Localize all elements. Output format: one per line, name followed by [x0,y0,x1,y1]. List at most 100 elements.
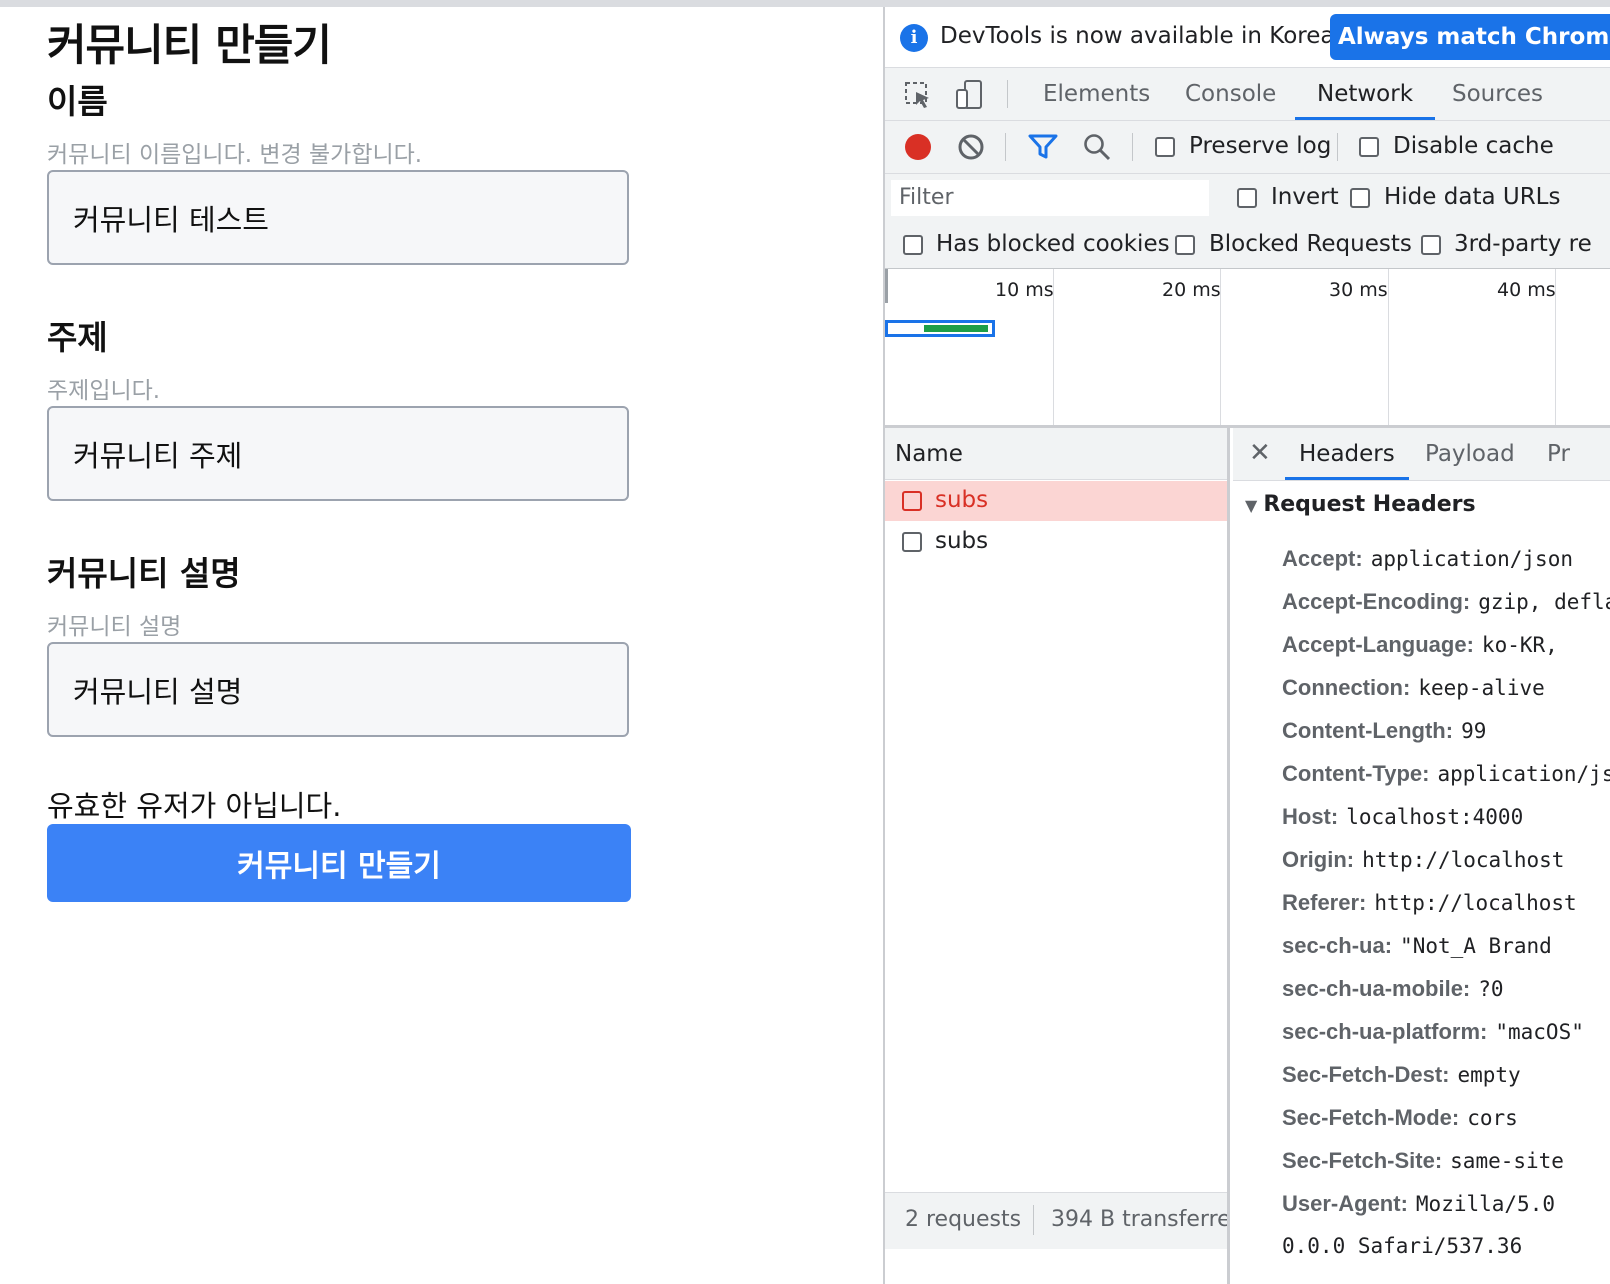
request-headers-section[interactable]: ▼ Request Headers [1245,492,1476,517]
devtools-tab-bar: Elements Console Network Sources [885,68,1610,121]
third-party-checkbox[interactable] [1421,235,1441,255]
tab-headers[interactable]: Headers [1285,428,1409,480]
tab-network[interactable]: Network [1295,68,1436,120]
header-value: empty [1457,1063,1521,1087]
header-key: Host: [1282,804,1339,829]
divider [1132,133,1133,161]
header-row: 0.0.0 Safari/537.36 [1282,1234,1522,1258]
transferred-size: 394 B transferred [1051,1207,1227,1232]
header-key: sec-ch-ua-platform: [1282,1019,1488,1044]
error-message: 유효한 유저가 아닙니다. [47,789,342,823]
header-value-continued: 0.0.0 Safari/537.36 [1282,1234,1523,1258]
tab-payload[interactable]: Payload [1425,428,1515,480]
header-key: User-Agent: [1282,1191,1408,1216]
description-help-text: 커뮤니티 설명 [47,614,182,640]
topic-input[interactable]: 커뮤니티 주제 [47,406,629,501]
language-notice-bar: i DevTools is now available in Korean! A… [885,7,1610,68]
has-blocked-cookies-label: Has blocked cookies [936,231,1170,257]
request-count: 2 requests [905,1207,1022,1232]
search-icon[interactable] [1082,132,1112,162]
header-value: ko-KR, [1481,633,1558,657]
clear-icon[interactable] [957,133,985,161]
divider [1007,80,1008,108]
header-key: Sec-Fetch-Mode: [1282,1105,1460,1130]
header-row: Sec-Fetch-Mode: cors [1282,1105,1518,1131]
header-key: Accept-Encoding: [1282,589,1471,614]
header-value: "macOS" [1495,1020,1584,1044]
header-value: 99 [1461,719,1487,743]
header-key: Sec-Fetch-Dest: [1282,1062,1450,1087]
header-value: same-site [1450,1149,1564,1173]
header-key: Accept-Language: [1282,632,1474,657]
header-row: Sec-Fetch-Site: same-site [1282,1148,1564,1174]
preserve-log-checkbox[interactable] [1155,137,1175,157]
header-row: Accept-Encoding: gzip, deflate [1282,589,1610,615]
tab-elements[interactable]: Elements [1043,68,1150,120]
network-timeline-overview[interactable]: 10 ms 20 ms 30 ms 40 ms [885,269,1610,428]
header-key: Accept: [1282,546,1363,571]
filter-icon[interactable] [1028,133,1058,161]
header-row: Origin: http://localhost [1282,847,1564,873]
community-create-page: 커뮤니티 만들기 이름 커뮤니티 이름입니다. 변경 불가합니다. 커뮤니티 테… [0,7,884,1284]
topic-help-text: 주제입니다. [47,378,161,404]
header-value: gzip, deflate [1478,590,1610,614]
triangle-down-icon: ▼ [1245,496,1258,515]
header-row: Accept-Language: ko-KR, [1282,632,1558,658]
request-row-error[interactable]: subs [885,481,1227,521]
divider [1337,133,1338,161]
request-name: subs [935,528,989,554]
hide-data-urls-label: Hide data URLs [1384,184,1561,210]
request-file-icon [902,491,922,511]
detail-tab-bar: ✕ Headers Payload Pr [1233,428,1610,481]
tab-preview[interactable]: Pr [1547,428,1570,480]
topic-label: 주제 [47,318,108,357]
header-row: Accept: application/json [1282,546,1573,572]
request-list: Name subs subs 2 requests 394 B transfer… [885,428,1230,1284]
filter-input[interactable]: Filter [891,180,1209,216]
disable-cache-label: Disable cache [1393,133,1554,159]
request-row[interactable]: subs [885,522,1227,562]
timeline-tick: 20 ms [1162,279,1221,301]
timeline-request-bar [885,320,995,337]
devtools-panel: i DevTools is now available in Korean! A… [883,7,1610,1284]
disable-cache-checkbox[interactable] [1359,137,1379,157]
header-row: Sec-Fetch-Dest: empty [1282,1062,1521,1088]
has-blocked-cookies-checkbox[interactable] [903,235,923,255]
invert-checkbox[interactable] [1237,188,1257,208]
header-key: Sec-Fetch-Site: [1282,1148,1443,1173]
header-row: Content-Length: 99 [1282,718,1486,744]
header-row: sec-ch-ua-mobile: ?0 [1282,976,1504,1002]
blocked-requests-label: Blocked Requests [1209,231,1412,257]
notice-text: DevTools is now available in Korean! [940,23,1359,49]
header-value: "Not_A Brand [1400,934,1552,958]
name-column-header[interactable]: Name [885,428,1227,480]
description-input[interactable]: 커뮤니티 설명 [47,642,629,737]
create-community-button[interactable]: 커뮤니티 만들기 [47,824,631,902]
header-key: Content-Length: [1282,718,1454,743]
header-row: Referer: http://localhost [1282,890,1577,916]
header-value: keep-alive [1418,676,1545,700]
always-match-chrome-button[interactable]: Always match Chrome [1330,14,1610,60]
timeline-cursor [885,269,888,303]
blocked-requests-checkbox[interactable] [1175,235,1195,255]
header-value: Mozilla/5.0 [1415,1192,1555,1216]
device-toolbar-icon[interactable] [953,78,987,112]
header-row: Host: localhost:4000 [1282,804,1523,830]
header-row: sec-ch-ua-platform: "macOS" [1282,1019,1584,1045]
header-row: Connection: keep-alive [1282,675,1545,701]
timeline-tick: 40 ms [1497,279,1556,301]
tab-console[interactable]: Console [1185,68,1276,120]
divider [1005,133,1006,161]
name-input[interactable]: 커뮤니티 테스트 [47,170,629,265]
timeline-tick: 30 ms [1329,279,1388,301]
header-value: http://localhost [1374,891,1577,915]
hide-data-urls-checkbox[interactable] [1350,188,1370,208]
close-icon[interactable]: ✕ [1249,438,1271,468]
description-label: 커뮤니티 설명 [47,554,241,593]
request-details: ✕ Headers Payload Pr ▼ Request Headers Ac… [1233,428,1610,1284]
tab-sources[interactable]: Sources [1452,68,1543,120]
inspect-element-icon[interactable] [903,80,933,110]
record-icon[interactable] [905,134,931,160]
request-file-icon [902,532,922,552]
divider [1033,1205,1034,1235]
